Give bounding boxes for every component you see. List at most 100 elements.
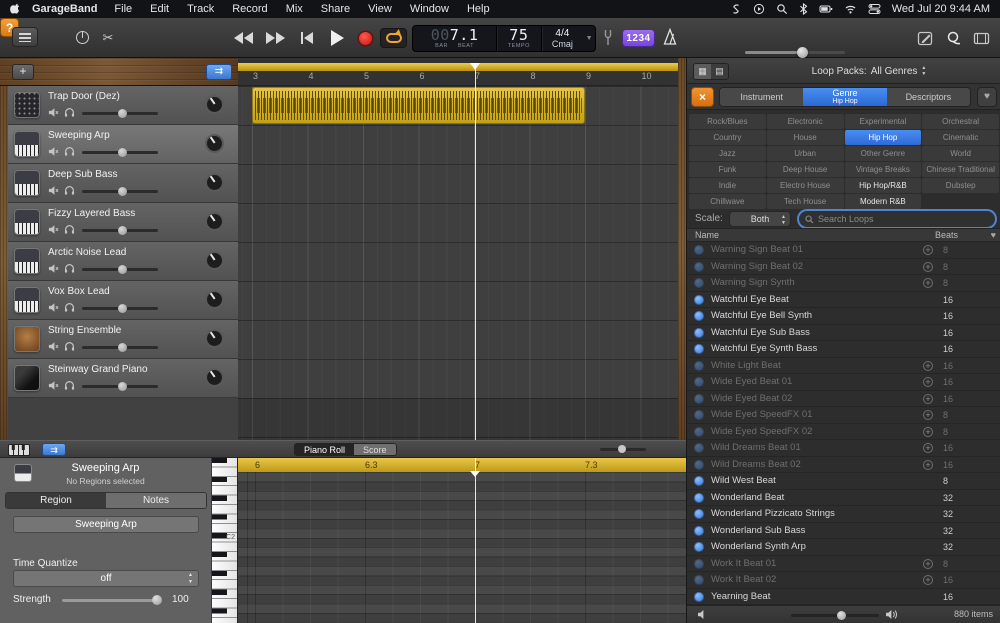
track-volume-knob[interactable] [118, 187, 127, 196]
cycle-range-band[interactable] [238, 63, 678, 71]
track-pan-knob[interactable] [205, 134, 224, 153]
tuner-icon[interactable] [602, 29, 614, 46]
strength-knob[interactable] [152, 595, 162, 605]
mute-icon[interactable] [48, 341, 59, 352]
track-volume-knob[interactable] [118, 265, 127, 274]
download-icon[interactable]: + [923, 443, 933, 453]
mute-icon[interactable] [48, 302, 59, 313]
track-volume-slider[interactable] [82, 382, 158, 391]
wifi-icon[interactable] [844, 3, 857, 15]
preview-volume-knob[interactable] [837, 611, 846, 620]
loop-row[interactable]: Warning Sign Synth + 8 [687, 275, 1000, 292]
loop-row[interactable]: Watchful Eye Bell Synth + 16 [687, 308, 1000, 325]
loop-row[interactable]: Wide Eyed SpeedFX 01 + 8 [687, 407, 1000, 424]
filter-tab[interactable]: Descriptors [886, 88, 970, 106]
menu-item[interactable]: Help [458, 3, 499, 15]
favorites-icon[interactable]: ♥ [991, 230, 996, 240]
search-icon[interactable] [776, 3, 788, 15]
filter-tab[interactable]: Instrument [720, 88, 804, 106]
track-volume-knob[interactable] [118, 304, 127, 313]
catch-playhead-button[interactable]: ⇉ [206, 64, 232, 80]
track-pan-knob[interactable] [205, 368, 224, 387]
genre-cell[interactable]: Cinematic [922, 130, 999, 145]
genre-cell[interactable]: Dubstep [922, 178, 999, 193]
track-pan-knob[interactable] [205, 95, 224, 114]
track-volume-slider[interactable] [82, 304, 158, 313]
genre-cell[interactable]: Modern R&B [844, 194, 922, 209]
add-track-button[interactable]: + [12, 64, 34, 80]
track-header[interactable]: Steinway Grand Piano [8, 359, 238, 398]
editor-tab[interactable]: Piano Roll [295, 444, 355, 455]
play-circle-icon[interactable] [753, 3, 765, 15]
volume-knob[interactable] [797, 47, 808, 58]
track-volume-knob[interactable] [118, 148, 127, 157]
genre-cell[interactable]: Hip Hop/R&B [844, 178, 922, 193]
track-header[interactable]: Sweeping Arp [8, 125, 238, 164]
editor-tab[interactable]: Score [354, 444, 396, 455]
download-icon[interactable]: + [923, 575, 933, 585]
loop-row[interactable]: Wild West Beat + 8 [687, 473, 1000, 490]
loop-row[interactable]: Wild Dreams Beat 01 + 16 [687, 440, 1000, 457]
speaker-mute-icon[interactable] [697, 609, 709, 620]
piano-keyboard[interactable]: C2 [212, 458, 238, 623]
menu-item[interactable]: Share [312, 3, 359, 15]
notepad-button[interactable] [915, 29, 935, 47]
genre-cell[interactable]: Chillwave [689, 194, 766, 209]
reset-filters-button[interactable]: × [691, 87, 714, 107]
menu-item[interactable]: View [359, 3, 401, 15]
genre-cell[interactable]: Country [689, 130, 766, 145]
genre-cell[interactable]: Vintage Breaks [844, 162, 922, 177]
loop-row[interactable]: Wild Dreams Beat 02 + 16 [687, 457, 1000, 473]
genre-cell[interactable]: House [766, 130, 844, 145]
solo-icon[interactable] [64, 263, 75, 274]
genre-cell[interactable]: Urban [766, 146, 844, 161]
battery-icon[interactable] [819, 3, 833, 15]
column-name[interactable]: Name [695, 230, 719, 240]
track-pan-knob[interactable] [205, 173, 224, 192]
column-beats[interactable]: Beats [935, 230, 958, 240]
genre-cell[interactable]: Tech House [766, 194, 844, 209]
loop-row[interactable]: Wide Eyed Beat 02 + 16 [687, 391, 1000, 407]
track-volume-knob[interactable] [118, 343, 127, 352]
column-view-button[interactable]: ▤ [711, 64, 728, 79]
solo-icon[interactable] [64, 185, 75, 196]
genre-cell[interactable]: World [922, 146, 999, 161]
download-icon[interactable]: + [923, 558, 933, 569]
genre-cell[interactable]: Deep House [766, 162, 844, 177]
inspector-tab[interactable]: Region [6, 493, 106, 508]
mute-icon[interactable] [48, 146, 59, 157]
track-header[interactable]: Arctic Noise Lead [8, 242, 238, 281]
loop-row[interactable]: Watchful Eye Beat + 16 [687, 292, 1000, 308]
loop-row[interactable]: Wonderland Pizzicato Strings + 32 [687, 506, 1000, 523]
genre-cell[interactable]: Indie [689, 178, 766, 193]
cycle-button[interactable] [380, 28, 407, 48]
track-pan-knob[interactable] [205, 290, 224, 309]
solo-icon[interactable] [64, 107, 75, 118]
editor-catch-button[interactable]: ⇉ [42, 443, 66, 456]
inspector-tab[interactable]: Notes [106, 493, 206, 508]
genre-cell[interactable]: Electronic [766, 114, 844, 129]
track-header[interactable]: Vox Box Lead [8, 281, 238, 320]
solo-icon[interactable] [64, 146, 75, 157]
region-name-button[interactable]: Sweeping Arp [13, 516, 199, 533]
download-icon[interactable]: + [923, 278, 933, 288]
mute-icon[interactable] [48, 224, 59, 235]
menu-item[interactable]: Mix [277, 3, 312, 15]
loop-row[interactable]: Warning Sign Beat 01 + 8 [687, 242, 1000, 259]
scale-dropdown[interactable]: Both ▲ ▼ [729, 211, 791, 227]
menu-item[interactable]: Record [223, 3, 276, 15]
track-volume-slider[interactable] [82, 187, 158, 196]
loop-row[interactable]: White Light Beat + 16 [687, 358, 1000, 374]
strength-slider[interactable] [62, 595, 162, 605]
apple-icon[interactable] [10, 3, 22, 16]
filter-tab[interactable]: Genre Hip Hop [803, 88, 887, 106]
track-pan-knob[interactable] [205, 212, 224, 231]
menu-item[interactable]: File [105, 3, 141, 15]
download-icon[interactable]: + [923, 377, 933, 387]
solo-icon[interactable] [64, 302, 75, 313]
loop-packs-dropdown[interactable]: Loop Packs: All Genres ▲ ▼ [747, 58, 991, 84]
search-input[interactable] [818, 214, 989, 224]
track-header[interactable]: String Ensemble [8, 320, 238, 359]
go-to-beginning-button[interactable] [296, 26, 318, 50]
loop-row[interactable]: Yearning Beat + 16 [687, 589, 1000, 605]
